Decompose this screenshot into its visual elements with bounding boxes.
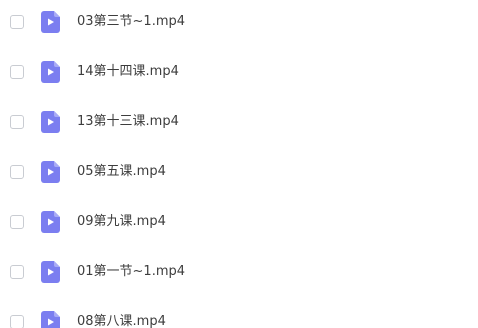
file-name[interactable]: 13第十三课.mp4 xyxy=(77,112,179,132)
file-list: 03第三节~1.mp4 14第十四课.mp4 13第十三课.mp4 05第五课.… xyxy=(0,0,478,328)
file-name[interactable]: 01第一节~1.mp4 xyxy=(77,262,185,282)
row-checkbox[interactable] xyxy=(10,165,24,179)
file-name[interactable]: 09第九课.mp4 xyxy=(77,212,166,232)
file-name[interactable]: 14第十四课.mp4 xyxy=(77,62,179,82)
file-row[interactable]: 08第八课.mp4 xyxy=(0,301,478,328)
video-file-icon xyxy=(41,61,60,83)
row-checkbox[interactable] xyxy=(10,315,24,328)
row-checkbox[interactable] xyxy=(10,265,24,279)
row-checkbox[interactable] xyxy=(10,215,24,229)
file-row[interactable]: 03第三节~1.mp4 xyxy=(0,1,478,51)
file-row[interactable]: 13第十三课.mp4 xyxy=(0,101,478,151)
file-row[interactable]: 05第五课.mp4 xyxy=(0,151,478,201)
video-file-icon xyxy=(41,311,60,328)
file-name[interactable]: 03第三节~1.mp4 xyxy=(77,12,185,32)
video-file-icon xyxy=(41,161,60,183)
video-file-icon xyxy=(41,111,60,133)
video-file-icon xyxy=(41,211,60,233)
file-row[interactable]: 14第十四课.mp4 xyxy=(0,51,478,101)
file-row[interactable]: 09第九课.mp4 xyxy=(0,201,478,251)
file-row[interactable]: 01第一节~1.mp4 xyxy=(0,251,478,301)
video-file-icon xyxy=(41,261,60,283)
row-checkbox[interactable] xyxy=(10,65,24,79)
row-checkbox[interactable] xyxy=(10,115,24,129)
file-name[interactable]: 08第八课.mp4 xyxy=(77,312,166,328)
video-file-icon xyxy=(41,11,60,33)
row-checkbox[interactable] xyxy=(10,15,24,29)
file-name[interactable]: 05第五课.mp4 xyxy=(77,162,166,182)
